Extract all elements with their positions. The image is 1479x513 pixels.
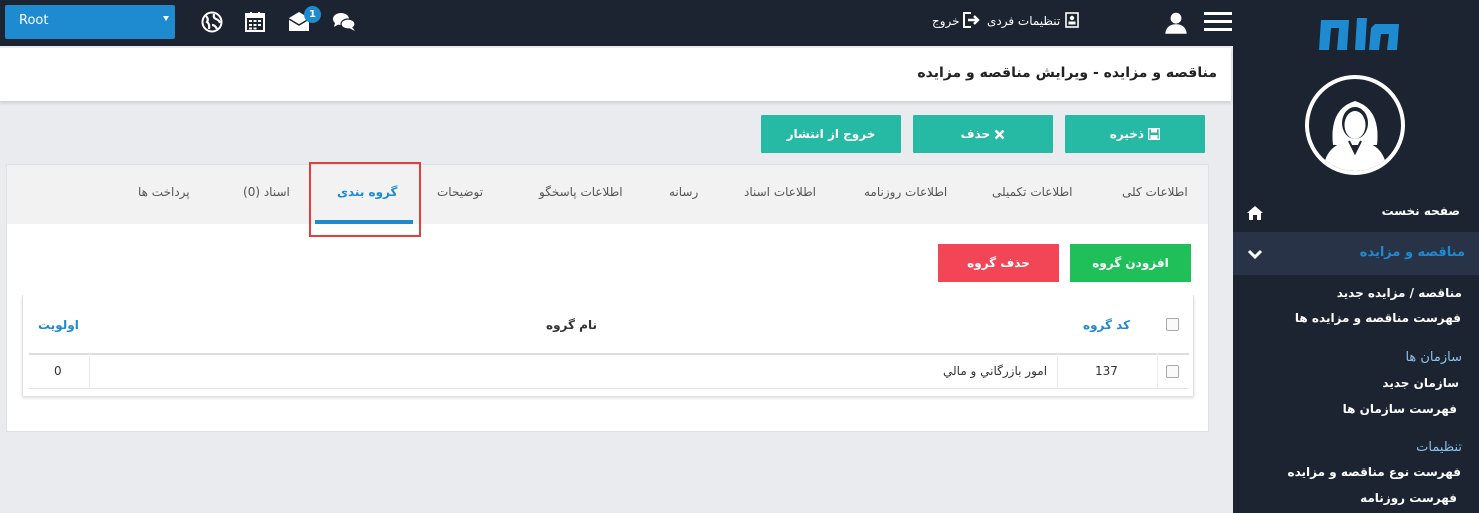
sidebar-item-tender-list[interactable]: فهرست مناقصه و مزایده ها: [1295, 311, 1461, 325]
select-all-checkbox[interactable]: [1166, 318, 1179, 331]
group-priority-cell: 0: [54, 364, 62, 378]
tab-documents[interactable]: اسناد (0): [243, 185, 290, 199]
logout-link[interactable]: خروج: [932, 12, 981, 28]
sidebar-item-tenders[interactable]: مناقصه و مزایده: [1233, 232, 1479, 275]
tab-additional-info[interactable]: اطلاعات تکمیلی: [992, 185, 1072, 199]
row-checkbox[interactable]: [1166, 365, 1179, 378]
group-table: کد گروه نام گروه اولویت 137 امور بازرگان…: [22, 295, 1194, 396]
sidebar-item-home[interactable]: صفحه نخست: [1233, 198, 1479, 228]
column-header-priority[interactable]: اولویت: [38, 318, 79, 332]
tab-newspaper-info[interactable]: اطلاعات روزنامه: [864, 185, 947, 199]
sidebar-heading-settings: تنظیمات: [1416, 440, 1462, 455]
profile-card-icon: [1065, 12, 1079, 28]
table-header-divider: [29, 353, 1189, 355]
globe-icon[interactable]: [200, 10, 224, 34]
unpublish-button[interactable]: خروج از انتشار: [761, 115, 901, 153]
avatar: [1305, 75, 1405, 175]
column-header-code[interactable]: کد گروه: [1083, 318, 1130, 332]
group-code-cell: 137: [1095, 364, 1118, 378]
sidebar-heading-organizations: سازمان ها: [1405, 350, 1462, 365]
user-icon[interactable]: [1164, 11, 1188, 35]
tab-payments[interactable]: پرداخت ها: [138, 185, 190, 199]
page-title: مناقصه و مزایده - ویرایش مناقصه و مزایده: [917, 65, 1217, 81]
home-icon: [1247, 206, 1263, 220]
sidebar-home-label: صفحه نخست: [1381, 204, 1460, 218]
tab-respondent-info[interactable]: اطلاعات پاسخگو: [539, 185, 623, 199]
logout-label: خروج: [932, 14, 960, 28]
sidebar-item-new-organization[interactable]: سازمان جدید: [1382, 376, 1459, 390]
delete-group-button[interactable]: حذف گروه: [938, 244, 1059, 282]
calendar-icon[interactable]: [243, 10, 267, 34]
sidebar-item-new-tender[interactable]: مناقصه / مزایده جدید: [1337, 286, 1462, 300]
sidebar-item-organization-list[interactable]: فهرست سازمان ها: [1343, 402, 1457, 416]
hamburger-menu-icon[interactable]: [1204, 10, 1232, 34]
personal-settings-link[interactable]: تنظیمات فردی: [987, 12, 1080, 28]
column-divider: [89, 353, 90, 388]
sidebar-item-newspapers[interactable]: فهرست روزنامه: [1360, 491, 1457, 505]
tab-general-info[interactable]: اطلاعات کلی: [1122, 185, 1188, 199]
page-header: مناقصه و مزایده - ویرایش مناقصه و مزایده: [0, 48, 1231, 101]
delete-button[interactable]: حذف: [913, 115, 1053, 153]
tab-descriptions[interactable]: توضیحات: [437, 185, 483, 199]
tab-panel: اطلاعات کلی اطلاعات تکمیلی اطلاعات روزنا…: [6, 162, 1209, 432]
delete-button-label: حذف: [960, 127, 991, 141]
floppy-disk-icon: [1147, 127, 1161, 141]
table-row-divider: [29, 388, 1189, 389]
close-icon: [994, 129, 1005, 140]
column-divider: [1157, 353, 1158, 388]
tab-bar: اطلاعات کلی اطلاعات تکمیلی اطلاعات روزنا…: [7, 165, 1208, 224]
logout-icon: [963, 12, 981, 28]
tab-highlight-box: [309, 162, 421, 237]
sidebar-tenders-label: مناقصه و مزایده: [1359, 245, 1465, 260]
tab-media[interactable]: رسانه: [669, 185, 698, 199]
logo: [1319, 18, 1399, 50]
save-button[interactable]: ذخیره: [1065, 115, 1205, 153]
user-avatar-icon: [1323, 101, 1387, 171]
chat-icon[interactable]: [332, 10, 356, 34]
column-divider: [1057, 353, 1058, 388]
add-group-button[interactable]: افزودن گروه: [1070, 244, 1191, 282]
save-button-label: ذخیره: [1109, 127, 1145, 141]
chevron-down-icon: [1247, 249, 1263, 259]
group-name-cell: امور بازرگاني و مالي: [943, 364, 1048, 378]
top-bar: Root 1 تنظیمات فردی خروج: [0, 0, 1233, 46]
column-header-name: نام گروه: [546, 318, 597, 332]
root-select-value: Root: [19, 13, 49, 28]
tab-documents-info[interactable]: اطلاعات اسناد: [744, 185, 816, 199]
sidebar: صفحه نخست مناقصه و مزایده مناقصه / مزاید…: [1233, 0, 1479, 513]
sidebar-item-tender-types[interactable]: فهرست نوع مناقصه و مزایده: [1288, 465, 1461, 479]
chevron-down-icon: [163, 16, 169, 21]
notification-badge: 1: [304, 6, 321, 23]
root-select[interactable]: Root: [5, 5, 175, 39]
personal-settings-label: تنظیمات فردی: [987, 14, 1061, 28]
